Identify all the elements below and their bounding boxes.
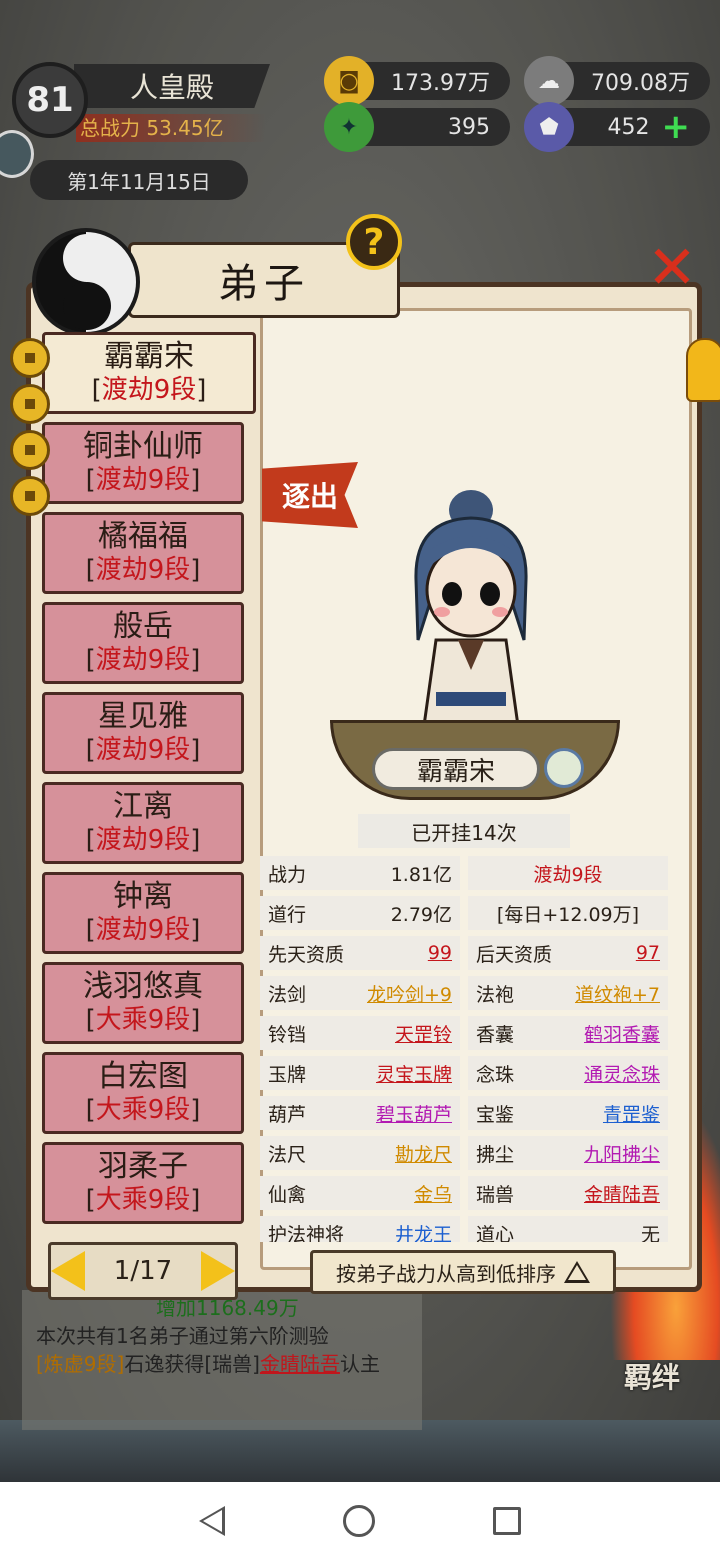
disciple-name: 白宏图 (98, 1059, 188, 1094)
disciple-rank: [大乘9段] (85, 1095, 201, 1125)
game-date: 第1年11月15日 (30, 160, 248, 200)
equip-ruler[interactable]: 法尺 勘龙尺 (260, 1136, 460, 1170)
help-icon[interactable]: ? (346, 214, 402, 270)
shield-gem-icon: ⬟ (524, 102, 574, 152)
sort-label: 按弟子战力从高到低排序 (336, 1261, 556, 1286)
disciple-name: 铜卦仙师 (83, 429, 203, 464)
disciple-rank: [大乘9段] (85, 1185, 201, 1215)
disciple-rank: [渡劫9段] (85, 465, 201, 495)
close-icon[interactable]: ✕ (642, 238, 702, 298)
coin-ornament-icon (10, 384, 50, 424)
disciple-item[interactable]: 霸霸宋 [渡劫9段] (42, 332, 256, 414)
resource-value: 709.08万 (591, 71, 690, 96)
stat-daoxing: 道行 2.79亿 (260, 896, 460, 930)
equip-whisk[interactable]: 拂尘 九阳拂尘 (468, 1136, 668, 1170)
system-navbar (0, 1482, 720, 1560)
disciple-name-plate: 霸霸宋 (372, 748, 540, 790)
hall-name: 人皇殿 (74, 64, 270, 108)
disciple-name: 橘福福 (98, 519, 188, 554)
yinyang-icon (32, 228, 140, 336)
equip-beast[interactable]: 瑞兽 金睛陆吾 (468, 1176, 668, 1210)
hang-count: 已开挂14次 (358, 814, 570, 848)
equip-gourd[interactable]: 葫芦 碧玉葫芦 (260, 1096, 460, 1130)
equip-mirror[interactable]: 宝鉴 青罡鉴 (468, 1096, 668, 1130)
disciple-pager: 1/17 (48, 1242, 238, 1300)
jade-icon: ✦ (324, 102, 374, 152)
home-icon[interactable] (343, 1505, 375, 1537)
sort-triangle-icon (564, 1261, 590, 1283)
event-log: 增加1168.49万 本次共有1名弟子通过第六阶测验 [炼虚9段]石逸获得[瑞兽… (22, 1290, 422, 1430)
stat-power: 战力 1.81亿 (260, 856, 460, 890)
disciple-rank: [渡劫9段] (85, 915, 201, 945)
bell-icon[interactable] (686, 338, 720, 402)
coin-ornament-icon (10, 430, 50, 470)
incense-icon: ☁ (524, 56, 574, 106)
disciple-rank: [渡劫9段] (85, 555, 201, 585)
sort-button[interactable]: 按弟子战力从高到低排序 (310, 1250, 616, 1294)
disciple-name: 霸霸宋 (104, 339, 194, 374)
disciple-item[interactable]: 羽柔子 [大乘9段] (42, 1142, 244, 1224)
add-gem-icon[interactable]: + (662, 110, 691, 144)
player-level-badge[interactable]: 81 (12, 62, 88, 138)
log-line: 本次共有1名弟子通过第六阶测验 (36, 1324, 329, 1348)
stat-realm: 渡劫9段 (468, 856, 668, 890)
disciple-item[interactable]: 橘福福 [渡劫9段] (42, 512, 244, 594)
disciple-name: 般岳 (113, 609, 173, 644)
disciple-item[interactable]: 浅羽悠真 [大乘9段] (42, 962, 244, 1044)
disciple-item[interactable]: 钟离 [渡劫9段] (42, 872, 244, 954)
stat-dao-heart: 道心无 (468, 1216, 668, 1242)
disciple-name: 羽柔子 (98, 1149, 188, 1184)
total-power: 总战力 53.45亿 (76, 114, 266, 142)
stats-grid: 战力 1.81亿 渡劫9段 道行 2.79亿 [每日+12.09万] 先天资质 99 … (260, 856, 668, 1242)
total-power-value: 53.45亿 (146, 116, 224, 140)
page-indicator: 1/17 (113, 1256, 173, 1286)
bond-button[interactable]: 羁绊 (624, 1356, 680, 1396)
prev-page-icon[interactable] (51, 1251, 85, 1291)
resource-value: 173.97万 (391, 71, 490, 96)
disciple-name: 钟离 (113, 879, 173, 914)
coin-ornament-icon (10, 338, 50, 378)
whisk-icon[interactable] (544, 748, 584, 788)
equip-bird[interactable]: 仙禽 金乌 (260, 1176, 460, 1210)
disciple-name: 江离 (113, 789, 173, 824)
expel-button[interactable]: 逐出 (262, 462, 358, 528)
stat-innate: 先天资质 99 (260, 936, 460, 970)
disciple-name: 星见雅 (98, 699, 188, 734)
disciple-item[interactable]: 江离 [渡劫9段] (42, 782, 244, 864)
stat-acquired: 后天资质 97 (468, 936, 668, 970)
stat-daily-gain: [每日+12.09万] (468, 896, 668, 930)
disciple-rank: [渡劫9段] (91, 375, 207, 405)
recents-icon[interactable] (493, 1507, 521, 1535)
disciple-rank: [大乘9段] (85, 1005, 201, 1035)
equip-guardian[interactable]: 护法神将 井龙王 (260, 1216, 460, 1242)
equip-bell[interactable]: 铃铛 天罡铃 (260, 1016, 460, 1050)
resource-value: 395 (448, 114, 490, 140)
resource-coin[interactable]: ◙ 173.97万 (324, 56, 510, 106)
resource-gem[interactable]: ⬟ 452 + (524, 102, 710, 152)
total-power-label: 总战力 (80, 116, 140, 140)
resource-jade[interactable]: ✦ 395 (324, 102, 510, 152)
equip-beads[interactable]: 念珠 通灵念珠 (468, 1056, 668, 1090)
equip-jade-tablet[interactable]: 玉牌 灵宝玉牌 (260, 1056, 460, 1090)
disciple-rank: [渡劫9段] (85, 645, 201, 675)
disciple-item[interactable]: 般岳 [渡劫9段] (42, 602, 244, 684)
disciple-item[interactable]: 白宏图 [大乘9段] (42, 1052, 244, 1134)
coin-ornament-icon (10, 476, 50, 516)
log-line: [炼虚9段]石逸获得[瑞兽]金睛陆吾认主 (36, 1352, 380, 1376)
disciple-rank: [渡劫9段] (85, 735, 201, 765)
back-icon[interactable] (199, 1506, 225, 1536)
coin-icon: ◙ (324, 56, 374, 106)
equip-robe[interactable]: 法袍 道纹袍+7 (468, 976, 668, 1010)
resource-incense[interactable]: ☁ 709.08万 (524, 56, 710, 106)
equip-sword[interactable]: 法剑 龙吟剑+9 (260, 976, 460, 1010)
disciple-name: 浅羽悠真 (83, 969, 203, 1004)
disciple-rank: [渡劫9段] (85, 825, 201, 855)
next-page-icon[interactable] (200, 1251, 235, 1291)
equip-sachet[interactable]: 香囊 鹤羽香囊 (468, 1016, 668, 1050)
disciple-item[interactable]: 星见雅 [渡劫9段] (42, 692, 244, 774)
disciple-item[interactable]: 铜卦仙师 [渡劫9段] (42, 422, 244, 504)
resource-value: 452 (607, 114, 650, 140)
